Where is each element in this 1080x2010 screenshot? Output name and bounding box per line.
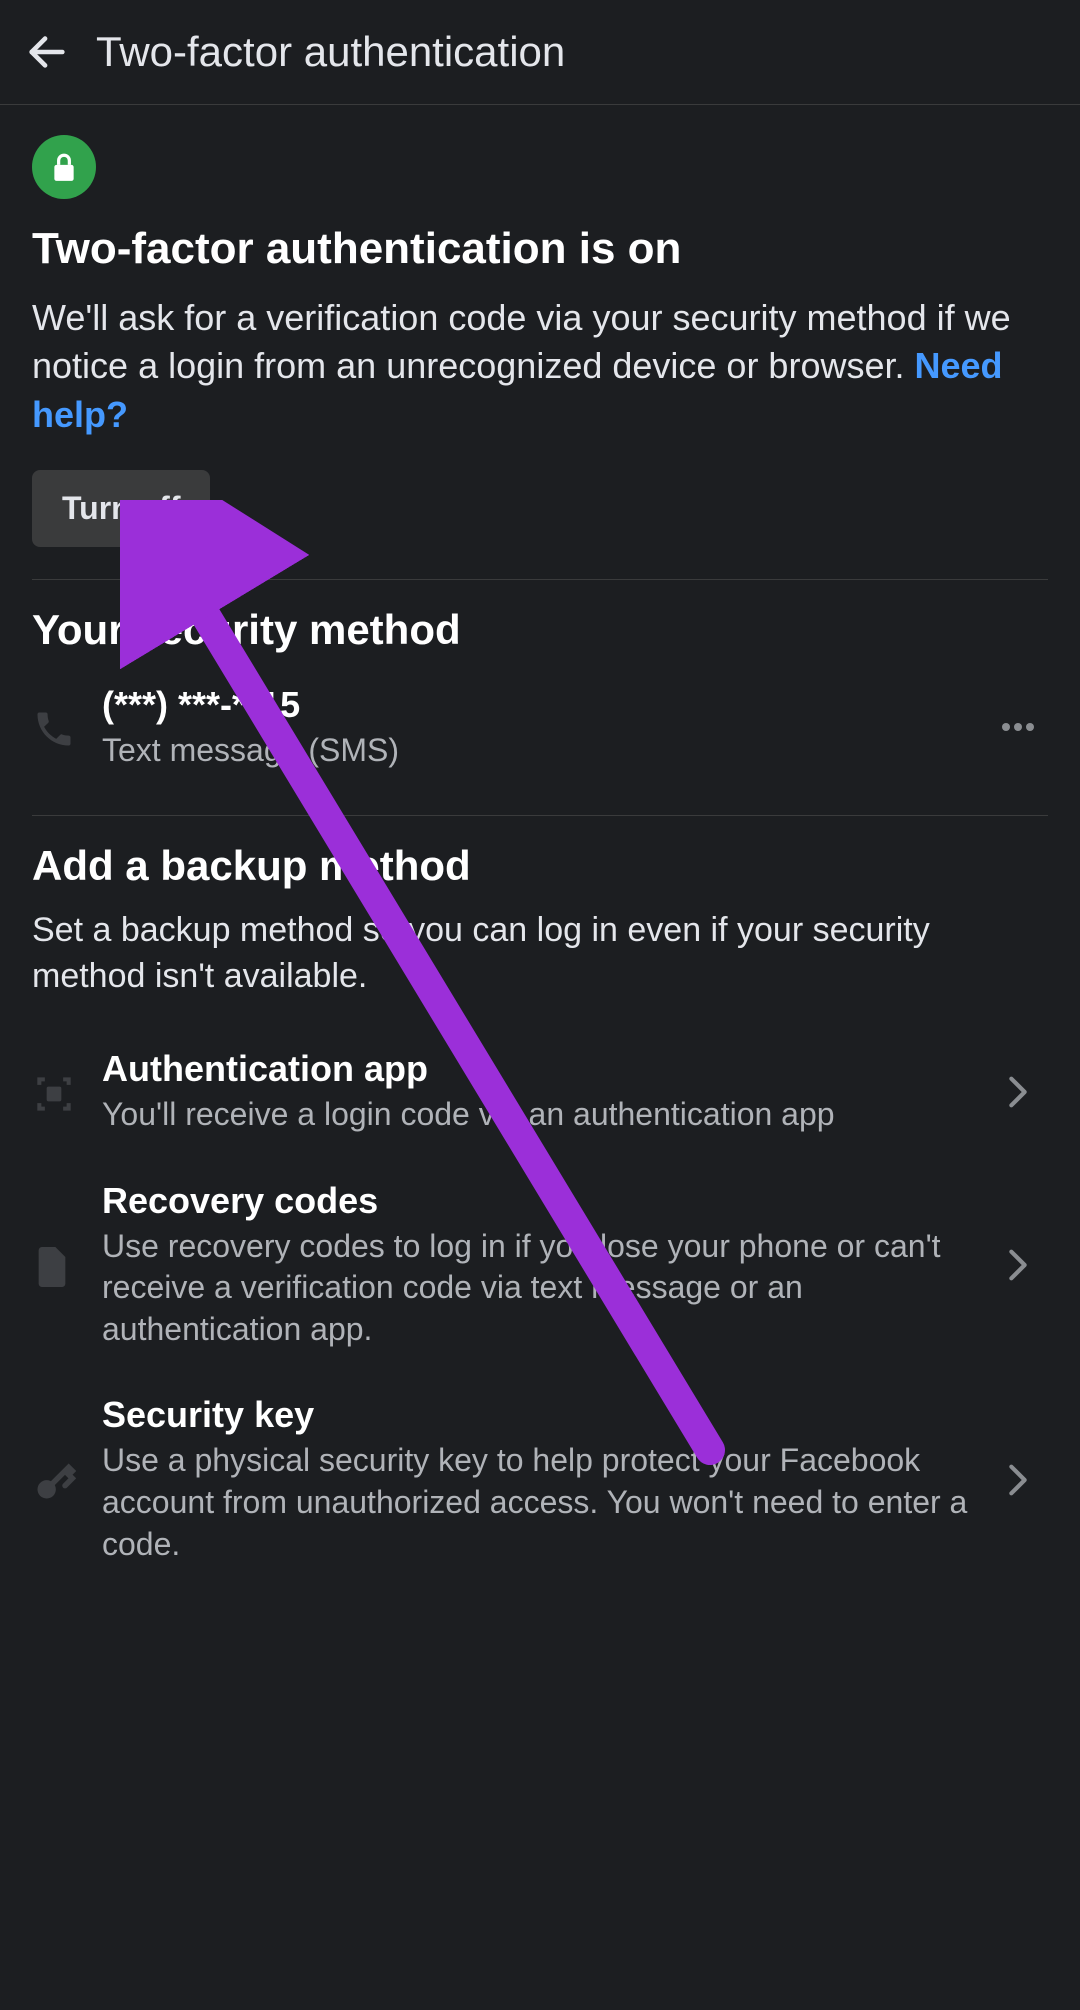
chevron-right-icon — [1008, 1075, 1028, 1109]
security-method-row[interactable]: (***) ***-**15 Text message (SMS) — [32, 672, 1048, 784]
security-method-more-button[interactable] — [988, 721, 1048, 733]
recovery-codes-icon — [32, 1239, 102, 1291]
backup-method-title: Recovery codes — [102, 1180, 988, 1222]
backup-method-authentication-app[interactable]: Authentication app You'll receive a logi… — [32, 1026, 1048, 1158]
security-method-type: Text message (SMS) — [102, 730, 988, 772]
security-method-heading: Your security method — [32, 606, 1048, 654]
backup-method-security-key[interactable]: Security key Use a physical security key… — [32, 1372, 1048, 1587]
chevron-right-icon — [1008, 1463, 1028, 1497]
divider — [32, 579, 1048, 580]
turn-off-button[interactable]: Turn off — [32, 470, 210, 547]
phone-icon — [32, 703, 102, 751]
backup-method-desc: You'll receive a login code via an authe… — [102, 1094, 988, 1136]
authentication-app-icon — [32, 1068, 102, 1116]
status-heading: Two-factor authentication is on — [32, 223, 1048, 276]
backup-method-title: Security key — [102, 1394, 988, 1436]
backup-heading: Add a backup method — [32, 842, 1048, 890]
arrow-left-icon — [24, 29, 70, 75]
lock-icon — [51, 152, 77, 182]
security-method-phone: (***) ***-**15 — [102, 684, 988, 726]
more-horizontal-icon — [1000, 721, 1036, 733]
chevron-right-icon — [1008, 1248, 1028, 1282]
backup-method-desc: Use a physical security key to help prot… — [102, 1440, 988, 1565]
security-key-icon — [32, 1456, 102, 1504]
backup-method-desc: Use recovery codes to log in if you lose… — [102, 1226, 988, 1351]
back-button[interactable] — [24, 32, 76, 72]
status-description: We'll ask for a verification code via yo… — [32, 294, 1048, 440]
divider — [32, 815, 1048, 816]
status-lock-badge — [32, 135, 96, 199]
backup-method-recovery-codes[interactable]: Recovery codes Use recovery codes to log… — [32, 1158, 1048, 1373]
page-title: Two-factor authentication — [96, 28, 565, 76]
status-description-text: We'll ask for a verification code via yo… — [32, 297, 1011, 387]
backup-method-title: Authentication app — [102, 1048, 988, 1090]
backup-description: Set a backup method so you can log in ev… — [32, 908, 1048, 1000]
header-bar: Two-factor authentication — [0, 0, 1080, 105]
